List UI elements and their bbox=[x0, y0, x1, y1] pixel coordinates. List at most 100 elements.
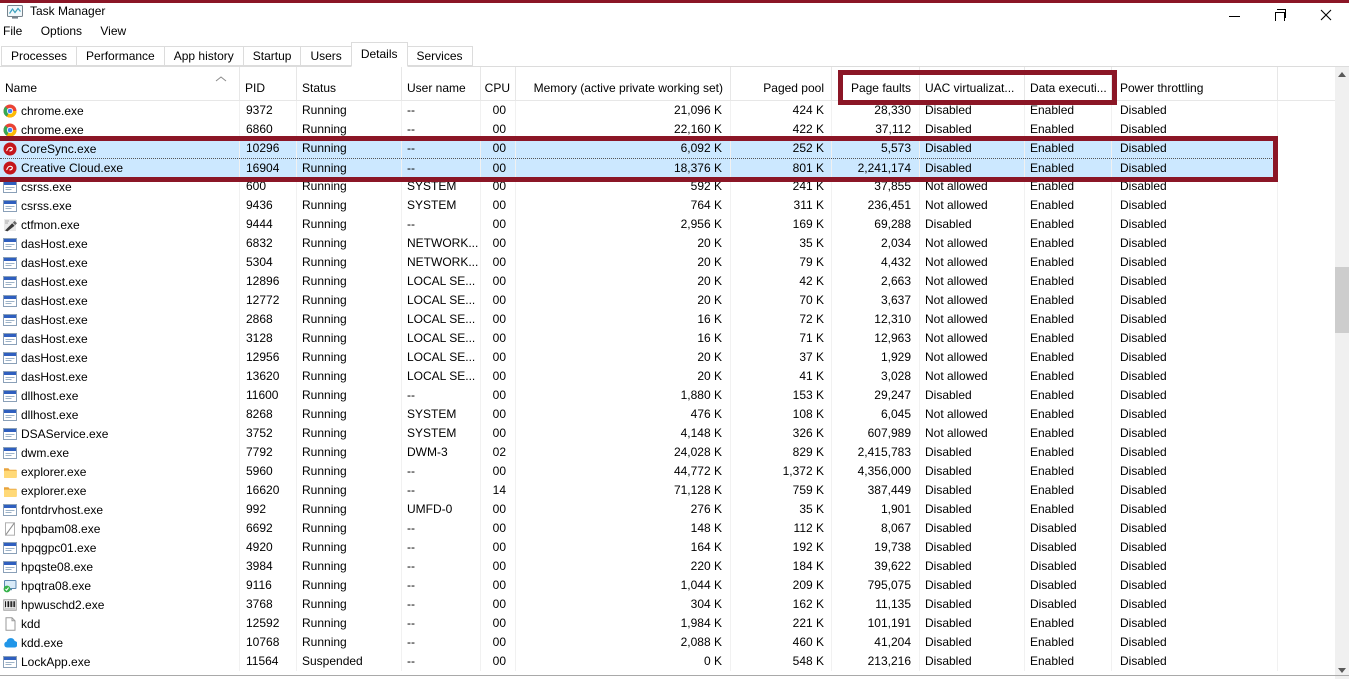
cell-paged_pool: 221 K bbox=[731, 614, 832, 633]
cell-user: SYSTEM bbox=[402, 424, 481, 443]
process-row-dashost.exe[interactable]: dasHost.exe 3128 Running LOCAL SE... 00 16 K7… bbox=[0, 329, 1278, 348]
process-row-dllhost.exe[interactable]: dllhost.exe 8268 Running SYSTEM 00 476 K 108 K… bbox=[0, 405, 1278, 424]
process-row-ctfmon.exe[interactable]: ctfmon.exe 9444 Running -- 00 2,956 K 169 K 69,… bbox=[0, 215, 1278, 234]
process-row-hpwuschd2.exe[interactable]: hpwuschd2.exe 3768 Running -- 00 304 K 162 K 11… bbox=[0, 595, 1278, 614]
cell-memory: 1,984 K bbox=[516, 614, 731, 633]
cell-user: -- bbox=[402, 614, 481, 633]
column-header-page_faults[interactable]: Page faults bbox=[832, 67, 920, 100]
cell-power: Disabled bbox=[1112, 159, 1278, 177]
column-header-label: PID bbox=[245, 80, 266, 95]
cell-memory: 2,088 K bbox=[516, 633, 731, 652]
default-exe-icon bbox=[3, 332, 17, 346]
default-exe-icon bbox=[3, 408, 17, 422]
cell-user: LOCAL SE... bbox=[402, 348, 481, 367]
task-manager-app-icon bbox=[7, 4, 23, 20]
process-row-hpqste08.exe[interactable]: hpqste08.exe 3984 Running -- 00 220 K 184 K 39,… bbox=[0, 557, 1278, 576]
process-row-chrome.exe[interactable]: chrome.exe 6860 Running -- 00 22,160 K 422 K 37… bbox=[0, 120, 1278, 139]
cell-page_faults: 29,247 bbox=[832, 386, 920, 405]
cell-status: Running bbox=[297, 196, 402, 215]
process-row-dashost.exe[interactable]: dasHost.exe 2868 Running LOCAL SE... 00 16 K7… bbox=[0, 310, 1278, 329]
process-row-csrss.exe[interactable]: csrss.exe 9436 Running SYSTEM 00 764 K 311 K 23… bbox=[0, 196, 1278, 215]
column-header-label: Status bbox=[302, 80, 337, 95]
vertical-scrollbar[interactable] bbox=[1335, 67, 1349, 679]
process-row-dashost.exe[interactable]: dasHost.exe 12772 Running LOCAL SE... 00 20 K… bbox=[0, 291, 1278, 310]
column-header-pid[interactable]: PID bbox=[240, 67, 297, 100]
cell-cpu: 00 bbox=[481, 405, 516, 424]
tab-startup[interactable]: Startup bbox=[242, 46, 302, 66]
cell-user: -- bbox=[402, 652, 481, 671]
process-row-dashost.exe[interactable]: dasHost.exe 13620 Running LOCAL SE... 00 20 K… bbox=[0, 367, 1278, 386]
process-row-dsaservice.exe[interactable]: DSAService.exe 3752 Running SYSTEM 00 4,148 K… bbox=[0, 424, 1278, 443]
tab-users[interactable]: Users bbox=[300, 46, 352, 66]
cell-uac: Not allowed bbox=[920, 272, 1025, 291]
process-row-dashost.exe[interactable]: dasHost.exe 12896 Running LOCAL SE... 00 20 K… bbox=[0, 272, 1278, 291]
cell-dep: Enabled bbox=[1025, 462, 1112, 481]
column-header-name[interactable]: Name bbox=[0, 67, 240, 100]
scroll-up-button[interactable] bbox=[1335, 67, 1349, 81]
menu-options[interactable]: Options bbox=[41, 21, 82, 41]
cell-memory: 22,160 K bbox=[516, 120, 731, 139]
process-row-creative-cloud.exe[interactable]: Creative Cloud.exe 16904 Running -- 00 18,376… bbox=[0, 158, 1278, 177]
tab-performance[interactable]: Performance bbox=[76, 46, 165, 66]
process-row-hpqbam08.exe[interactable]: hpqbam08.exe 6692 Running -- 00 148 K 112 K 8,0… bbox=[0, 519, 1278, 538]
cell-pid: 11564 bbox=[240, 652, 297, 671]
cell-uac: Disabled bbox=[920, 557, 1025, 576]
column-header-dep[interactable]: Data executi... bbox=[1025, 67, 1112, 100]
menu-file[interactable]: File bbox=[3, 21, 22, 41]
column-header-user[interactable]: User name bbox=[402, 67, 481, 100]
cell-user: -- bbox=[402, 386, 481, 405]
cell-dep: Disabled bbox=[1025, 557, 1112, 576]
cell-memory: 4,148 K bbox=[516, 424, 731, 443]
cell-pid: 10768 bbox=[240, 633, 297, 652]
cell-uac: Disabled bbox=[920, 481, 1025, 500]
process-row-dashost.exe[interactable]: dasHost.exe 6832 Running NETWORK... 00 20 K 35… bbox=[0, 234, 1278, 253]
cell-status: Running bbox=[297, 120, 402, 139]
tab-services[interactable]: Services bbox=[406, 46, 473, 66]
cell-user: -- bbox=[402, 519, 481, 538]
cell-page_faults: 5,573 bbox=[832, 139, 920, 158]
cell-uac: Disabled bbox=[920, 215, 1025, 234]
column-header-status[interactable]: Status bbox=[297, 67, 402, 100]
process-row-explorer.exe[interactable]: explorer.exe 16620 Running -- 14 71,128 K 759 … bbox=[0, 481, 1278, 500]
cell-power: Disabled bbox=[1112, 215, 1278, 234]
cell-name: kdd.exe bbox=[0, 633, 240, 652]
column-header-memory[interactable]: Memory (active private working set) bbox=[516, 67, 731, 100]
column-header-power[interactable]: Power throttling bbox=[1112, 67, 1278, 100]
menu-view[interactable]: View bbox=[100, 21, 126, 41]
cell-dep: Enabled bbox=[1025, 614, 1112, 633]
process-row-kdd[interactable]: kdd 12592 Running -- 00 1,984 K 221 K 101,191 Di… bbox=[0, 614, 1278, 633]
window-title: Task Manager bbox=[30, 4, 106, 18]
process-row-lockapp.exe[interactable]: LockApp.exe 11564 Suspended -- 00 0 K 548 K 213… bbox=[0, 652, 1278, 671]
cell-dep: Enabled bbox=[1025, 234, 1112, 253]
process-row-fontdrvhost.exe[interactable]: fontdrvhost.exe 992 Running UMFD-0 00 276 K 35… bbox=[0, 500, 1278, 519]
process-row-csrss.exe[interactable]: csrss.exe 600 Running SYSTEM 00 592 K 241 K 37,… bbox=[0, 177, 1278, 196]
column-header-paged_pool[interactable]: Paged pool bbox=[731, 67, 832, 100]
process-name: LockApp.exe bbox=[21, 654, 91, 669]
process-row-dwm.exe[interactable]: dwm.exe 7792 Running DWM-3 02 24,028 K 829 K 2,… bbox=[0, 443, 1278, 462]
tab-details[interactable]: Details bbox=[350, 42, 408, 67]
process-row-dllhost.exe[interactable]: dllhost.exe 11600 Running -- 00 1,880 K 153 K2… bbox=[0, 386, 1278, 405]
process-row-kdd.exe[interactable]: kdd.exe 10768 Running -- 00 2,088 K 460 K 41,20… bbox=[0, 633, 1278, 652]
column-header-cpu[interactable]: CPU bbox=[481, 67, 516, 100]
column-header-uac[interactable]: UAC virtualizat... bbox=[920, 67, 1025, 100]
cell-uac: Disabled bbox=[920, 462, 1025, 481]
process-row-chrome.exe[interactable]: chrome.exe 9372 Running -- 00 21,096 K 424 K 28… bbox=[0, 101, 1278, 120]
cell-memory: 18,376 K bbox=[516, 159, 731, 177]
process-row-coresync.exe[interactable]: CoreSync.exe 10296 Running -- 00 6,092 K 252 K… bbox=[0, 139, 1278, 158]
scrollbar-thumb[interactable] bbox=[1335, 267, 1349, 333]
process-row-dashost.exe[interactable]: dasHost.exe 12956 Running LOCAL SE... 00 20 K… bbox=[0, 348, 1278, 367]
cell-user: -- bbox=[402, 462, 481, 481]
tab-processes[interactable]: Processes bbox=[1, 46, 78, 66]
process-row-explorer.exe[interactable]: explorer.exe 5960 Running -- 00 44,772 K 1,372… bbox=[0, 462, 1278, 481]
tab-app-history[interactable]: App history bbox=[163, 46, 244, 66]
cell-cpu: 00 bbox=[481, 348, 516, 367]
cell-uac: Not allowed bbox=[920, 310, 1025, 329]
cell-power: Disabled bbox=[1112, 462, 1278, 481]
process-name: kdd.exe bbox=[21, 635, 64, 650]
process-name: CoreSync.exe bbox=[21, 141, 97, 156]
cell-status: Running bbox=[297, 159, 402, 177]
process-row-hpqtra08.exe[interactable]: hpqtra08.exe 9116 Running -- 00 1,044 K 209 K7… bbox=[0, 576, 1278, 595]
process-row-dashost.exe[interactable]: dasHost.exe 5304 Running NETWORK... 00 20 K 79… bbox=[0, 253, 1278, 272]
process-row-hpqgpc01.exe[interactable]: hpqgpc01.exe 4920 Running -- 00 164 K 192 K 19,… bbox=[0, 538, 1278, 557]
cell-user: -- bbox=[402, 557, 481, 576]
